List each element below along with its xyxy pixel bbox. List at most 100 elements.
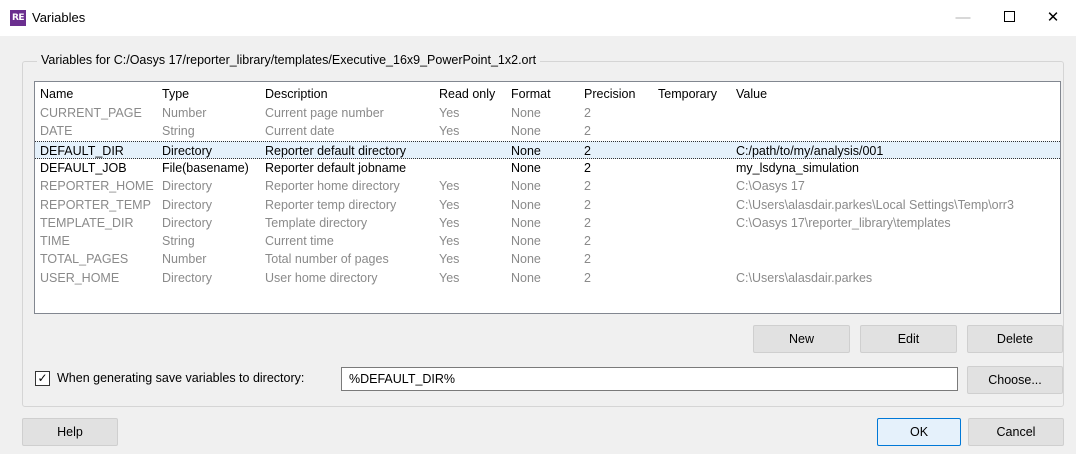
cell-format: None	[511, 124, 541, 139]
cell-value: C:/path/to/my/analysis/001	[736, 143, 884, 158]
cell-read-only: Yes	[439, 197, 460, 212]
cell-name: REPORTER_HOME	[40, 179, 154, 194]
cancel-button[interactable]: Cancel	[968, 418, 1064, 446]
column-header-type[interactable]: Type	[162, 85, 265, 103]
cell-type: Directory	[162, 179, 213, 194]
maximize-icon	[1003, 11, 1015, 23]
cell-value: C:\Oasys 17\reporter_library\templates	[736, 215, 951, 230]
cell-name: CURRENT_PAGE	[40, 106, 142, 120]
delete-button[interactable]: Delete	[967, 325, 1063, 353]
cell-read-only: Yes	[439, 270, 460, 285]
cell-format: None	[511, 234, 541, 249]
column-header-name[interactable]: Name	[40, 85, 162, 103]
cell-type: Number	[162, 252, 207, 267]
cell-precision: 2	[584, 143, 591, 158]
table-row[interactable]: TOTAL_PAGES Number Total number of pages Ye…	[35, 250, 1060, 268]
variables-table[interactable]: Name Type Description Read only Format P…	[34, 81, 1061, 314]
cell-name: REPORTER_TEMP	[40, 197, 151, 212]
cell-description: User home directory	[265, 270, 378, 285]
cell-type: Directory	[162, 143, 213, 158]
table-row[interactable]: CURRENT_PAGE Number Current page number Yes…	[35, 104, 1060, 122]
column-header-read-only[interactable]: Read only	[439, 85, 511, 103]
table-row[interactable]: DATE String Current date Yes None 2	[35, 122, 1060, 140]
new-button[interactable]: New	[753, 325, 850, 353]
cell-description: Current page number	[265, 106, 384, 120]
edit-button[interactable]: Edit	[860, 325, 957, 353]
cell-description: Current date	[265, 124, 335, 139]
close-button[interactable]: ✕	[1030, 0, 1076, 36]
cell-read-only: Yes	[439, 124, 460, 139]
cell-format: None	[511, 270, 541, 285]
cell-name: DEFAULT_DIR	[40, 143, 124, 158]
cell-format: None	[511, 106, 541, 120]
reporter-app-icon: RE	[10, 10, 26, 26]
column-header-description[interactable]: Description	[265, 85, 439, 103]
cell-value: C:\Users\alasdair.parkes\Local Settings\…	[736, 197, 1014, 212]
cell-type: String	[162, 234, 195, 249]
cell-description: Total number of pages	[265, 252, 389, 267]
cell-format: None	[511, 179, 541, 194]
cell-description: Reporter temp directory	[265, 197, 397, 212]
cell-name: DEFAULT_JOB	[40, 160, 127, 175]
window-title: Variables	[32, 10, 86, 25]
column-header-temporary[interactable]: Temporary	[658, 85, 736, 103]
cell-type: Directory	[162, 270, 213, 285]
cell-precision: 2	[584, 197, 591, 212]
table-row[interactable]: TEMPLATE_DIR Directory Template directory Y…	[35, 214, 1060, 232]
cell-precision: 2	[584, 124, 591, 139]
cell-precision: 2	[584, 179, 591, 194]
help-button[interactable]: Help	[22, 418, 118, 446]
table-row[interactable]: TIME String Current time Yes None 2	[35, 232, 1060, 250]
cell-read-only: Yes	[439, 215, 460, 230]
cell-description: Template directory	[265, 215, 368, 230]
table-row[interactable]: REPORTER_TEMP Directory Reporter temp dire…	[35, 196, 1060, 214]
cell-format: None	[511, 197, 541, 212]
save-variables-label: When generating save variables to direct…	[57, 371, 305, 385]
cell-format: None	[511, 143, 541, 158]
cell-type: Directory	[162, 215, 213, 230]
column-header-precision[interactable]: Precision	[584, 85, 658, 103]
cell-read-only: Yes	[439, 179, 460, 194]
cell-name: DATE	[40, 124, 73, 139]
cell-read-only: Yes	[439, 234, 460, 249]
cell-name: TOTAL_PAGES	[40, 252, 129, 267]
cell-format: None	[511, 160, 541, 175]
cell-name: TIME	[40, 234, 70, 249]
cell-name: USER_HOME	[40, 270, 120, 285]
cell-description: Reporter default directory	[265, 143, 407, 158]
cell-precision: 2	[584, 160, 591, 175]
cell-description: Current time	[265, 234, 334, 249]
column-header-value[interactable]: Value	[736, 85, 1060, 103]
cell-description: Reporter home directory	[265, 179, 400, 194]
table-row[interactable]: REPORTER_HOME Directory Reporter home dire…	[35, 177, 1060, 195]
cell-precision: 2	[584, 106, 591, 120]
table-row[interactable]: USER_HOME Directory User home directory Yes…	[35, 269, 1060, 287]
table-row[interactable]: DEFAULT_JOB File(basename) Reporter defaul…	[35, 159, 1060, 177]
title-bar: RE Variables — ✕	[0, 0, 1076, 36]
cell-value: C:\Oasys 17	[736, 179, 805, 194]
cell-read-only: Yes	[439, 106, 460, 120]
cell-format: None	[511, 252, 541, 267]
cell-precision: 2	[584, 215, 591, 230]
cell-type: String	[162, 124, 195, 139]
cell-read-only: Yes	[439, 252, 460, 267]
cell-type: Directory	[162, 197, 213, 212]
ok-button[interactable]: OK	[877, 418, 961, 446]
minimize-button[interactable]: —	[940, 0, 986, 36]
cell-precision: 2	[584, 270, 591, 285]
cell-value: my_lsdyna_simulation	[736, 160, 859, 175]
cell-precision: 2	[584, 234, 591, 249]
save-variables-checkbox[interactable]: ✓	[35, 371, 50, 386]
maximize-button[interactable]	[986, 0, 1032, 36]
save-directory-input[interactable]: %DEFAULT_DIR%	[341, 367, 958, 391]
cell-format: None	[511, 215, 541, 230]
cell-value: C:\Users\alasdair.parkes	[736, 270, 873, 285]
table-row[interactable]: DEFAULT_DIR Directory Reporter default dir…	[35, 140, 1060, 159]
group-title: Variables for C:/Oasys 17/reporter_libra…	[37, 53, 541, 67]
column-header-format[interactable]: Format	[511, 85, 584, 103]
cell-name: TEMPLATE_DIR	[40, 215, 134, 230]
cell-description: Reporter default jobname	[265, 160, 407, 175]
choose-button[interactable]: Choose...	[967, 366, 1063, 394]
table-header: Name Type Description Read only Format P…	[35, 85, 1060, 103]
cell-type: File(basename)	[162, 160, 249, 175]
